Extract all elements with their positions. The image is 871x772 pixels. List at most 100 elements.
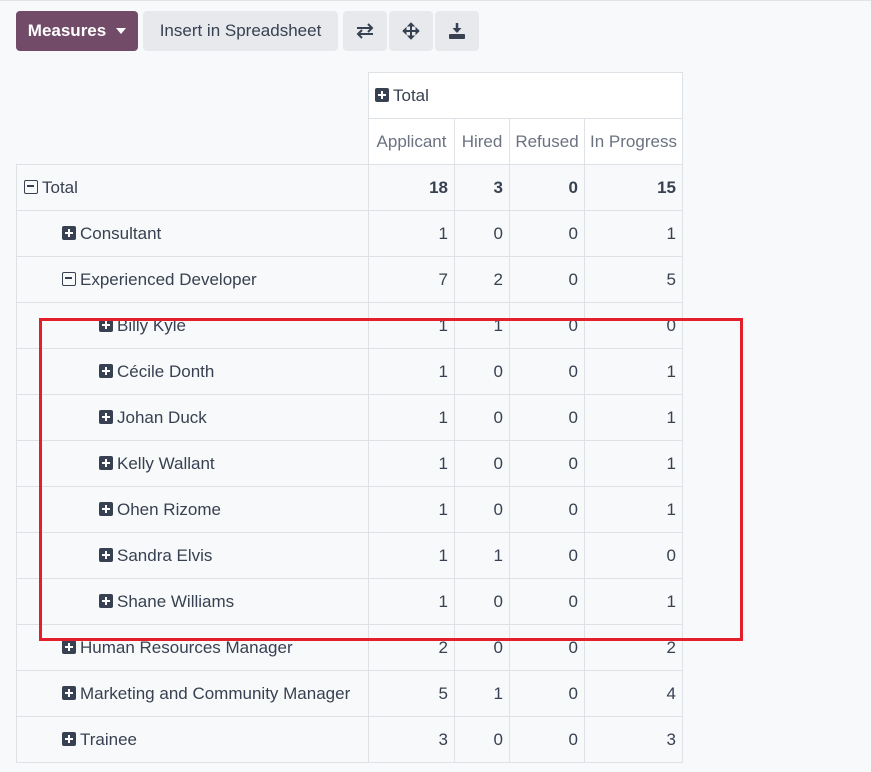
row-header[interactable]: Experienced Developer (16, 256, 369, 303)
cell-refused[interactable]: 0 (509, 210, 585, 257)
cell-in-progress[interactable]: 5 (584, 256, 683, 303)
pivot-row: Shane Williams 1 0 0 1 (16, 578, 683, 625)
pivot-row: Sandra Elvis 1 1 0 0 (16, 532, 683, 579)
cell-refused[interactable]: 0 (509, 624, 585, 671)
expand-plus-icon (99, 455, 113, 470)
cell-in-progress[interactable]: 1 (584, 210, 683, 257)
cell-applicant[interactable]: 7 (368, 256, 455, 303)
cell-applicant[interactable]: 1 (368, 348, 455, 395)
expand-plus-icon (62, 639, 76, 654)
row-header[interactable]: Human Resources Manager (16, 624, 369, 671)
cell-applicant[interactable]: 18 (368, 164, 455, 211)
cell-in-progress[interactable]: 1 (584, 440, 683, 487)
row-header-label: Experienced Developer (80, 269, 257, 289)
cell-applicant[interactable]: 3 (368, 716, 455, 763)
cell-hired[interactable]: 0 (454, 624, 510, 671)
measure-header-refused[interactable]: Refused (509, 118, 585, 165)
column-header-label: Total (393, 85, 429, 105)
cell-hired[interactable]: 0 (454, 210, 510, 257)
cell-hired[interactable]: 0 (454, 486, 510, 533)
pivot-table: Total Applicant Hired Refused In Progres… (16, 72, 683, 763)
cell-in-progress[interactable]: 4 (584, 670, 683, 717)
cell-hired[interactable]: 0 (454, 440, 510, 487)
pivot-corner (16, 72, 369, 165)
expand-plus-icon (62, 685, 76, 700)
cell-hired[interactable]: 0 (454, 394, 510, 441)
cell-hired[interactable]: 2 (454, 256, 510, 303)
row-header[interactable]: Trainee (16, 716, 369, 763)
cell-refused[interactable]: 0 (509, 532, 585, 579)
cell-refused[interactable]: 0 (509, 440, 585, 487)
download-button[interactable] (435, 11, 479, 51)
expand-plus-icon (99, 593, 113, 608)
cell-in-progress[interactable]: 1 (584, 348, 683, 395)
flip-axis-button[interactable] (343, 11, 387, 51)
measure-header-in-progress[interactable]: In Progress (584, 118, 683, 165)
row-header-label: Johan Duck (117, 407, 207, 427)
cell-applicant[interactable]: 1 (368, 440, 455, 487)
cell-hired[interactable]: 3 (454, 164, 510, 211)
pivot-row: Consultant 1 0 0 1 (16, 210, 683, 257)
row-header-label: Sandra Elvis (117, 545, 213, 565)
cell-in-progress[interactable]: 3 (584, 716, 683, 763)
row-header[interactable]: Billy Kyle (16, 302, 369, 349)
pivot-row: Human Resources Manager 2 0 0 2 (16, 624, 683, 671)
cell-hired[interactable]: 0 (454, 578, 510, 625)
row-header[interactable]: Consultant (16, 210, 369, 257)
row-header[interactable]: Ohen Rizome (16, 486, 369, 533)
measure-header-applicant[interactable]: Applicant (368, 118, 455, 165)
cell-refused[interactable]: 0 (509, 486, 585, 533)
row-header[interactable]: Johan Duck (16, 394, 369, 441)
cell-in-progress[interactable]: 0 (584, 302, 683, 349)
pivot-row: Kelly Wallant 1 0 0 1 (16, 440, 683, 487)
expand-plus-icon (62, 225, 76, 240)
top-divider (0, 0, 871, 1)
measures-button[interactable]: Measures (16, 11, 138, 51)
cell-applicant[interactable]: 2 (368, 624, 455, 671)
row-header[interactable]: Shane Williams (16, 578, 369, 625)
row-header-label: Marketing and Community Manager (80, 683, 351, 703)
expand-all-button[interactable] (389, 11, 433, 51)
row-header[interactable]: Kelly Wallant (16, 440, 369, 487)
insert-spreadsheet-button[interactable]: Insert in Spreadsheet (143, 11, 338, 51)
cell-refused[interactable]: 0 (509, 394, 585, 441)
cell-refused[interactable]: 0 (509, 164, 585, 211)
cell-hired[interactable]: 1 (454, 302, 510, 349)
cell-applicant[interactable]: 1 (368, 486, 455, 533)
cell-refused[interactable]: 0 (509, 256, 585, 303)
cell-in-progress[interactable]: 0 (584, 532, 683, 579)
row-header[interactable]: Total (16, 164, 369, 211)
row-header[interactable]: Marketing and Community Manager (16, 670, 369, 717)
cell-refused[interactable]: 0 (509, 302, 585, 349)
row-header-label: Consultant (80, 223, 162, 243)
cell-hired[interactable]: 1 (454, 670, 510, 717)
cell-applicant[interactable]: 1 (368, 210, 455, 257)
pivot-row: Experienced Developer 7 2 0 5 (16, 256, 683, 303)
cell-in-progress[interactable]: 1 (584, 578, 683, 625)
cell-refused[interactable]: 0 (509, 348, 585, 395)
cell-in-progress[interactable]: 1 (584, 486, 683, 533)
cell-hired[interactable]: 0 (454, 348, 510, 395)
flip-axis-icon (356, 23, 374, 39)
cell-refused[interactable]: 0 (509, 670, 585, 717)
row-header[interactable]: Cécile Donth (16, 348, 369, 395)
cell-applicant[interactable]: 5 (368, 670, 455, 717)
row-header[interactable]: Sandra Elvis (16, 532, 369, 579)
cell-applicant[interactable]: 1 (368, 394, 455, 441)
cell-refused[interactable]: 0 (509, 716, 585, 763)
row-header-label: Billy Kyle (117, 315, 186, 335)
row-header-label: Trainee (80, 729, 138, 749)
pivot-row: Johan Duck 1 0 0 1 (16, 394, 683, 441)
cell-applicant[interactable]: 1 (368, 532, 455, 579)
cell-in-progress[interactable]: 1 (584, 394, 683, 441)
cell-hired[interactable]: 0 (454, 716, 510, 763)
cell-in-progress[interactable]: 15 (584, 164, 683, 211)
column-header-total[interactable]: Total (368, 72, 683, 119)
cell-in-progress[interactable]: 2 (584, 624, 683, 671)
cell-hired[interactable]: 1 (454, 532, 510, 579)
expand-plus-icon (99, 501, 113, 516)
cell-refused[interactable]: 0 (509, 578, 585, 625)
measure-header-hired[interactable]: Hired (454, 118, 510, 165)
cell-applicant[interactable]: 1 (368, 302, 455, 349)
cell-applicant[interactable]: 1 (368, 578, 455, 625)
